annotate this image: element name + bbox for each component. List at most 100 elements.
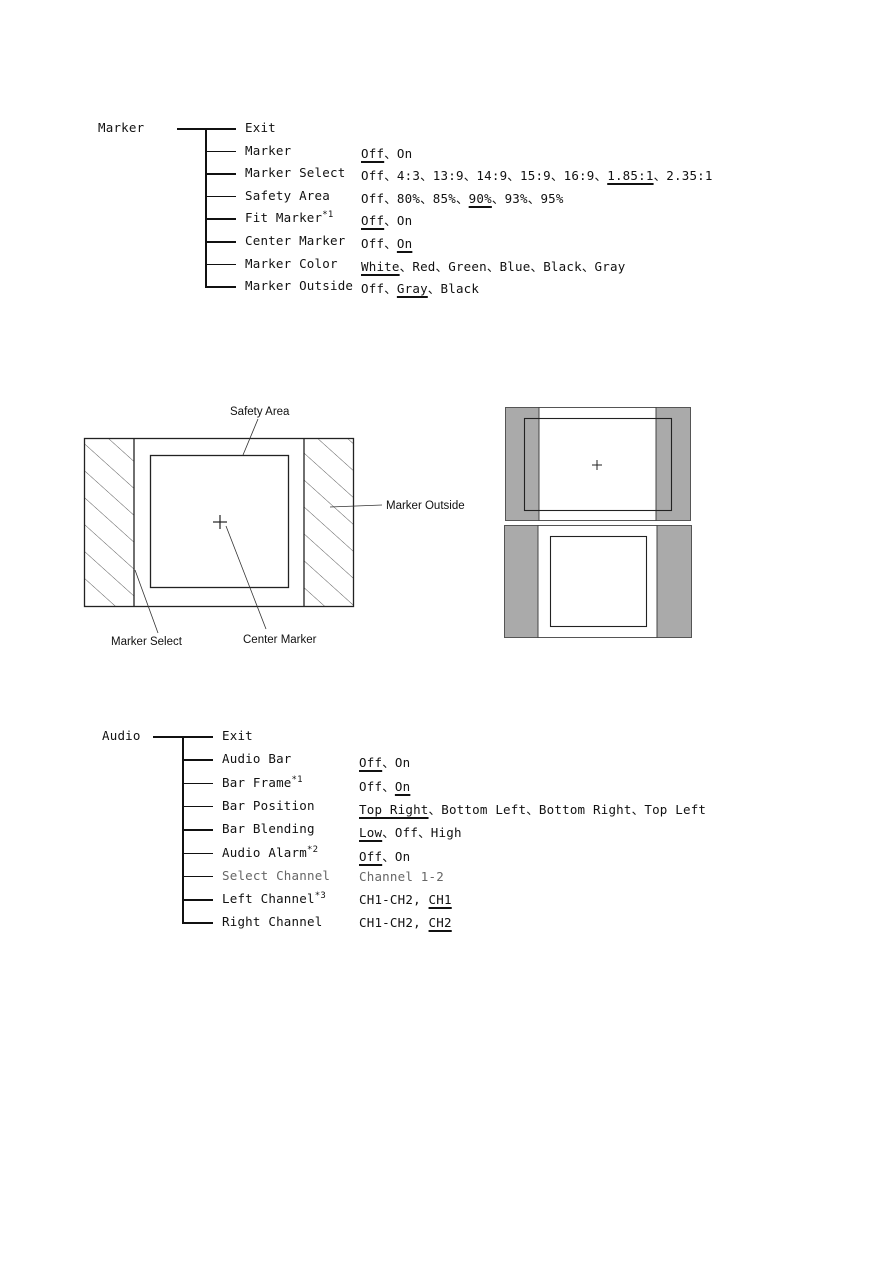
footnote-marker: *1 xyxy=(291,774,303,785)
marker-outside-right-region xyxy=(304,438,353,607)
gray-outside-left xyxy=(505,407,539,521)
option-separator: 、 xyxy=(594,168,608,184)
tree-branch xyxy=(182,736,213,738)
menu-item-options: CH1-CH2, CH1 xyxy=(359,892,452,907)
option-default: Top Right xyxy=(359,801,429,817)
option-separator: 、 xyxy=(382,825,395,841)
option: Off xyxy=(394,825,419,841)
option-separator: 、 xyxy=(527,190,541,206)
menu-item-text: Fit Marker xyxy=(245,210,323,226)
menu-item-options: Off、On xyxy=(359,752,410,771)
option-separator: 、 xyxy=(507,168,520,184)
menu-item-options: Off、On xyxy=(361,233,412,252)
option-separator: 、 xyxy=(382,848,395,864)
menu-item-label: Bar Frame*1 xyxy=(222,775,303,790)
tree-branch xyxy=(205,263,236,266)
safety-area-rect xyxy=(549,535,648,628)
option-default: CH1 xyxy=(428,892,452,908)
option: Off xyxy=(361,168,385,184)
menu-item-label: Marker xyxy=(245,143,291,158)
tree-branch xyxy=(182,852,213,854)
tree-branch xyxy=(182,875,213,878)
menu-item-label: Select Channel xyxy=(222,868,330,883)
option: Channel 1-2 xyxy=(359,868,444,884)
option-separator: 、 xyxy=(427,281,441,297)
option: Off xyxy=(361,190,385,206)
option: On xyxy=(394,755,411,771)
option-default: Low xyxy=(359,825,383,841)
option-separator: 、 xyxy=(550,168,564,184)
option-default: On xyxy=(396,236,413,251)
option: Off xyxy=(361,281,385,297)
option-separator: , xyxy=(413,915,429,931)
option: On xyxy=(396,145,413,161)
menu-item-options: Off、On xyxy=(359,776,410,795)
option-separator: 、 xyxy=(631,801,645,817)
marker-diagram-example-top xyxy=(505,407,691,521)
option-separator: 、 xyxy=(526,801,539,817)
option-separator: 、 xyxy=(384,281,397,297)
menu-item-label: Center Marker xyxy=(245,233,345,248)
menu-item-text: Exit xyxy=(222,728,253,743)
option: CH1-CH2 xyxy=(359,892,414,908)
gray-outside-left xyxy=(504,525,538,638)
marker-outside-left-region xyxy=(84,438,134,607)
option: CH1-CH2 xyxy=(359,915,414,931)
option: 80% xyxy=(396,190,421,206)
tree-branch xyxy=(182,829,213,831)
option-default: Off xyxy=(359,755,383,771)
menu-item-options: Off、On xyxy=(361,210,412,229)
label-marker-select: Marker Select xyxy=(111,636,183,648)
option-separator: 、 xyxy=(382,778,395,794)
menu-item-options: CH1-CH2, CH2 xyxy=(359,915,452,930)
marker-diagram: Safety Area Marker Outside Marker Select… xyxy=(83,406,692,648)
option-default: Off xyxy=(361,145,385,161)
option-separator: 、 xyxy=(382,755,395,771)
menu-item-text: Exit xyxy=(245,120,276,135)
menu-item-label: Audio Alarm*2 xyxy=(222,845,318,860)
menu-item-label: Safety Area xyxy=(245,188,330,203)
option-separator: 、 xyxy=(463,168,477,184)
option-separator: 、 xyxy=(399,258,413,274)
option: Blue xyxy=(499,258,531,274)
menu-item-text: Bar Position xyxy=(222,797,315,813)
option: Bottom Left xyxy=(441,801,527,817)
menu-item-label: Bar Position xyxy=(222,798,315,813)
menu-item-text: Marker Select xyxy=(245,165,346,181)
menu-item-options: Off、Gray、Black xyxy=(361,278,479,297)
menu-item-options: Off、On xyxy=(361,143,412,162)
option-separator: 、 xyxy=(530,258,544,274)
option-separator: , xyxy=(413,892,429,908)
option-separator: 、 xyxy=(653,168,667,184)
option: Off xyxy=(361,236,385,251)
menu-item-options: Off、On xyxy=(359,846,410,865)
menu-item-label: Audio Bar xyxy=(222,751,292,766)
option-default: Off xyxy=(361,213,385,229)
label-safety-area: Safety Area xyxy=(230,406,290,418)
tree-branch xyxy=(182,782,213,785)
label-center-marker: Center Marker xyxy=(243,634,317,646)
menu-item-label: Fit Marker*1 xyxy=(245,210,334,225)
menu-item-text: Marker xyxy=(245,142,292,158)
marker-diagram-example-bottom xyxy=(504,525,692,638)
option: Top Left xyxy=(644,801,707,817)
option-separator: 、 xyxy=(581,258,595,274)
option: Gray xyxy=(594,258,626,274)
tree-branch xyxy=(205,150,236,153)
menu-item-options: Off、80%、85%、90%、93%、95% xyxy=(361,188,564,207)
menu-item-label: Right Channel xyxy=(222,914,322,929)
tree-branch xyxy=(182,899,213,901)
menu-item-label: Marker Select xyxy=(245,165,345,180)
option-default: 90% xyxy=(468,190,492,206)
menu-item-text: Bar Blending xyxy=(222,821,315,837)
leader-safety-area xyxy=(242,418,259,456)
menu-item-text: Marker Outside xyxy=(245,278,354,294)
menu-item-text: Right Channel xyxy=(222,914,323,930)
option-separator: 、 xyxy=(420,190,433,206)
menu-item-label: Exit xyxy=(245,120,276,135)
label-marker-outside: Marker Outside xyxy=(386,500,465,512)
menu-item-text: Bar Frame xyxy=(222,774,292,790)
tree-branch xyxy=(205,173,236,175)
tree-branch xyxy=(205,286,236,288)
option-separator: 、 xyxy=(384,168,397,184)
